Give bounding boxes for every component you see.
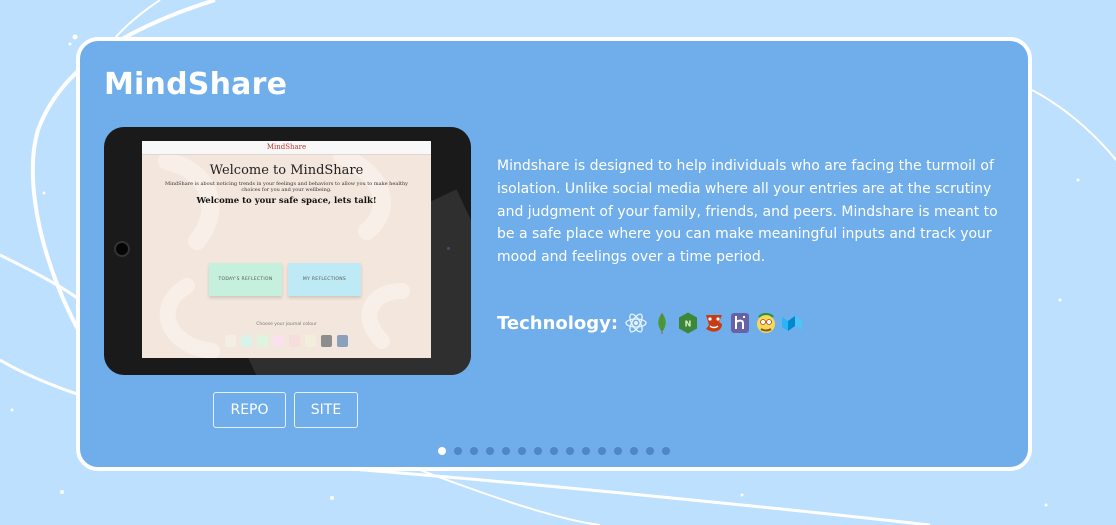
screen-brand: MindShare xyxy=(266,143,307,151)
screen-safe-space: Welcome to your safe space, lets talk! xyxy=(196,196,377,206)
carousel-dot[interactable] xyxy=(598,447,606,455)
carousel-dot[interactable] xyxy=(454,447,462,455)
color-swatch xyxy=(241,335,252,347)
project-description: Mindshare is designed to help individual… xyxy=(497,158,998,266)
react-icon xyxy=(625,313,647,333)
site-button[interactable]: SITE xyxy=(294,392,358,428)
carousel-dot[interactable] xyxy=(566,447,574,455)
screen-colors-label: Choose your journal colour xyxy=(256,322,317,327)
carousel-dot[interactable] xyxy=(630,447,638,455)
carousel-dot[interactable] xyxy=(486,447,494,455)
carousel-dot[interactable] xyxy=(438,447,446,455)
screen-heading: Welcome to MindShare xyxy=(209,163,364,178)
carousel-dot[interactable] xyxy=(502,447,510,455)
materialize-icon xyxy=(782,316,803,331)
svg-text:N: N xyxy=(685,320,692,329)
repo-button[interactable]: REPO xyxy=(213,392,286,428)
project-title: MindShare xyxy=(104,67,288,102)
color-swatch xyxy=(321,335,332,347)
nodejs-icon: N xyxy=(679,312,698,334)
carousel-dot[interactable] xyxy=(662,447,670,455)
color-swatch xyxy=(337,335,348,347)
color-swatch xyxy=(225,335,236,347)
screen-my-reflections-button: MY REFLECTIONS xyxy=(288,263,361,296)
carousel-dot[interactable] xyxy=(470,447,478,455)
color-swatch xyxy=(305,335,316,347)
carousel-dot[interactable] xyxy=(582,447,590,455)
technology-row: Technology: N xyxy=(497,309,804,337)
carousel-dot[interactable] xyxy=(646,447,654,455)
project-card: MindShare MindShare Welcome to MindShare… xyxy=(76,37,1032,471)
tablet-screen: MindShare Welcome to MindShare MindShare… xyxy=(142,141,431,358)
project-screenshot: MindShare Welcome to MindShare MindShare… xyxy=(104,127,471,375)
screen-subtext: MindShare is about noticing trends in yo… xyxy=(164,181,408,193)
mongodb-icon xyxy=(658,313,666,334)
screen-today-reflection-button: TODAY'S REFLECTION xyxy=(209,263,282,296)
color-swatch xyxy=(273,335,284,347)
carousel-dot[interactable] xyxy=(518,447,526,455)
color-swatch xyxy=(289,335,300,347)
sensor-dot xyxy=(447,247,450,250)
technology-label: Technology: xyxy=(497,312,619,334)
babel-icon xyxy=(757,313,776,333)
carousel-dot[interactable] xyxy=(614,447,622,455)
jest-icon xyxy=(706,315,723,332)
color-swatch xyxy=(257,335,268,347)
carousel-dot[interactable] xyxy=(534,447,542,455)
camera-icon xyxy=(114,241,130,257)
heroku-icon xyxy=(731,313,750,333)
carousel-dot[interactable] xyxy=(550,447,558,455)
carousel-indicators xyxy=(438,447,678,457)
